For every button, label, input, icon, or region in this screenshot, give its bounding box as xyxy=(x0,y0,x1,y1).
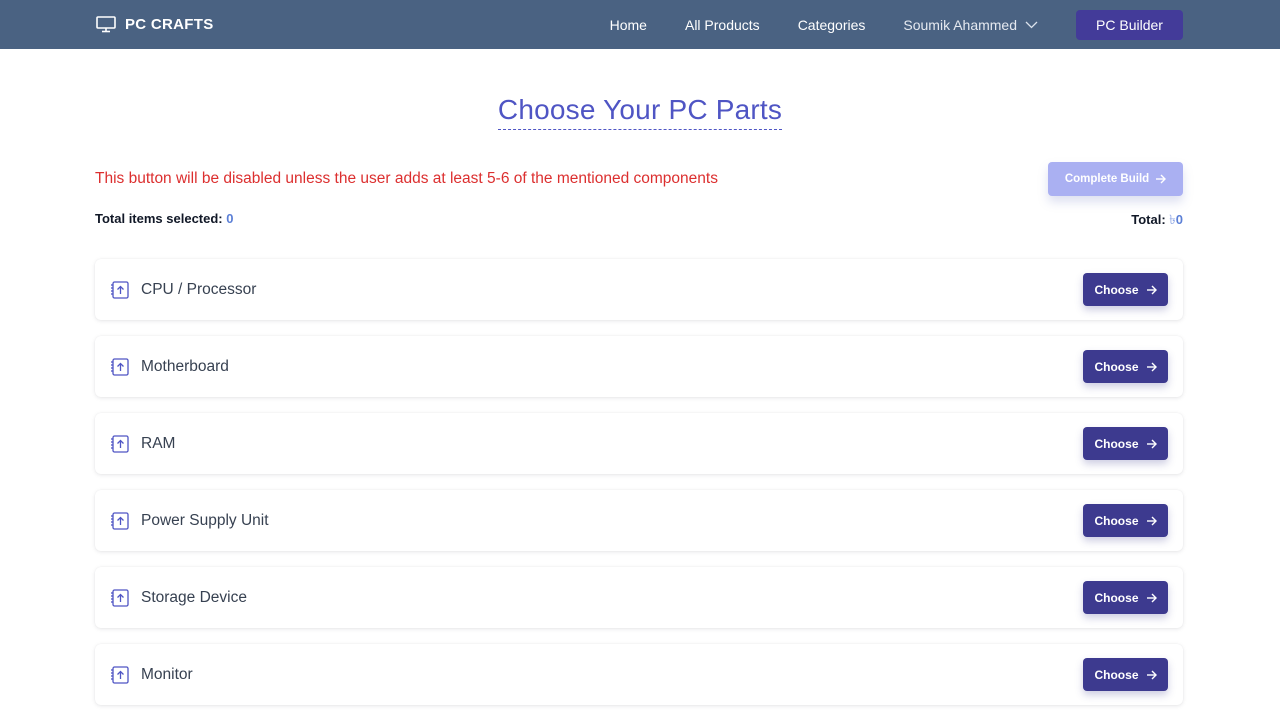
brand-logo[interactable]: PC CRAFTS xyxy=(96,16,214,33)
choose-motherboard-button[interactable]: Choose xyxy=(1083,350,1168,383)
upload-box-icon xyxy=(110,357,130,377)
complete-build-button[interactable]: Complete Build xyxy=(1048,162,1183,196)
total-price: Total: ৳0 xyxy=(1131,211,1183,232)
choose-monitor-button[interactable]: Choose xyxy=(1083,658,1168,691)
arrow-right-icon xyxy=(1146,516,1157,526)
component-label: Power Supply Unit xyxy=(141,511,269,529)
page-title-wrapper: Choose Your PC Parts xyxy=(0,94,1280,130)
pc-builder-button[interactable]: PC Builder xyxy=(1076,9,1183,40)
brand-name: PC CRAFTS xyxy=(125,16,214,33)
choose-label: Choose xyxy=(1094,513,1139,528)
choose-label: Choose xyxy=(1094,590,1139,605)
component-label: CPU / Processor xyxy=(141,280,257,298)
arrow-right-icon xyxy=(1146,439,1157,449)
nav-link-all-products[interactable]: All Products xyxy=(685,17,760,33)
component-label: RAM xyxy=(141,434,176,452)
upload-box-icon xyxy=(110,280,130,300)
component-card-storage: Storage Device Choose xyxy=(95,567,1183,628)
arrow-right-icon xyxy=(1146,670,1157,680)
component-card-ram: RAM Choose xyxy=(95,413,1183,474)
arrow-right-icon xyxy=(1146,285,1157,295)
upload-box-icon xyxy=(110,588,130,608)
upload-box-icon xyxy=(110,511,130,531)
choose-label: Choose xyxy=(1094,436,1139,451)
arrow-right-icon xyxy=(1146,593,1157,603)
choose-label: Choose xyxy=(1094,282,1139,297)
total-items-value: 0 xyxy=(226,211,234,226)
choose-power-supply-button[interactable]: Choose xyxy=(1083,504,1168,537)
upload-box-icon xyxy=(110,665,130,685)
arrow-right-icon xyxy=(1146,362,1157,372)
component-card-cpu: CPU / Processor Choose xyxy=(95,259,1183,320)
upload-box-icon xyxy=(110,434,130,454)
total-items-selected: Total items selected: 0 xyxy=(95,211,234,226)
choose-storage-button[interactable]: Choose xyxy=(1083,581,1168,614)
component-card-power-supply: Power Supply Unit Choose xyxy=(95,490,1183,551)
choose-label: Choose xyxy=(1094,667,1139,682)
total-label: Total: xyxy=(1131,212,1166,227)
choose-ram-button[interactable]: Choose xyxy=(1083,427,1168,460)
component-label: Storage Device xyxy=(141,588,247,606)
nav-links: Home All Products Categories Soumik Aham… xyxy=(610,9,1183,40)
navbar: PC CRAFTS Home All Products Categories S… xyxy=(0,0,1280,49)
arrow-right-icon xyxy=(1155,174,1167,184)
component-card-monitor: Monitor Choose xyxy=(95,644,1183,705)
user-name: Soumik Ahammed xyxy=(903,16,1017,33)
page-title: Choose Your PC Parts xyxy=(497,94,783,130)
complete-build-label: Complete Build xyxy=(1064,173,1150,185)
monitor-icon xyxy=(96,16,116,33)
component-card-motherboard: Motherboard Choose xyxy=(95,336,1183,397)
nav-link-home[interactable]: Home xyxy=(610,17,647,33)
component-label: Motherboard xyxy=(141,357,229,375)
total-value: 0 xyxy=(1175,212,1183,227)
choose-label: Choose xyxy=(1094,359,1139,374)
chevron-down-icon xyxy=(1025,21,1038,29)
warning-message: This button will be disabled unless the … xyxy=(95,170,718,187)
choose-cpu-button[interactable]: Choose xyxy=(1083,273,1168,306)
nav-link-categories[interactable]: Categories xyxy=(798,17,866,33)
component-list: CPU / Processor Choose Motherboard Choos… xyxy=(95,259,1183,720)
component-label: Monitor xyxy=(141,665,193,683)
user-menu-dropdown[interactable]: Soumik Ahammed xyxy=(903,17,1038,33)
total-items-label: Total items selected: xyxy=(95,211,223,226)
